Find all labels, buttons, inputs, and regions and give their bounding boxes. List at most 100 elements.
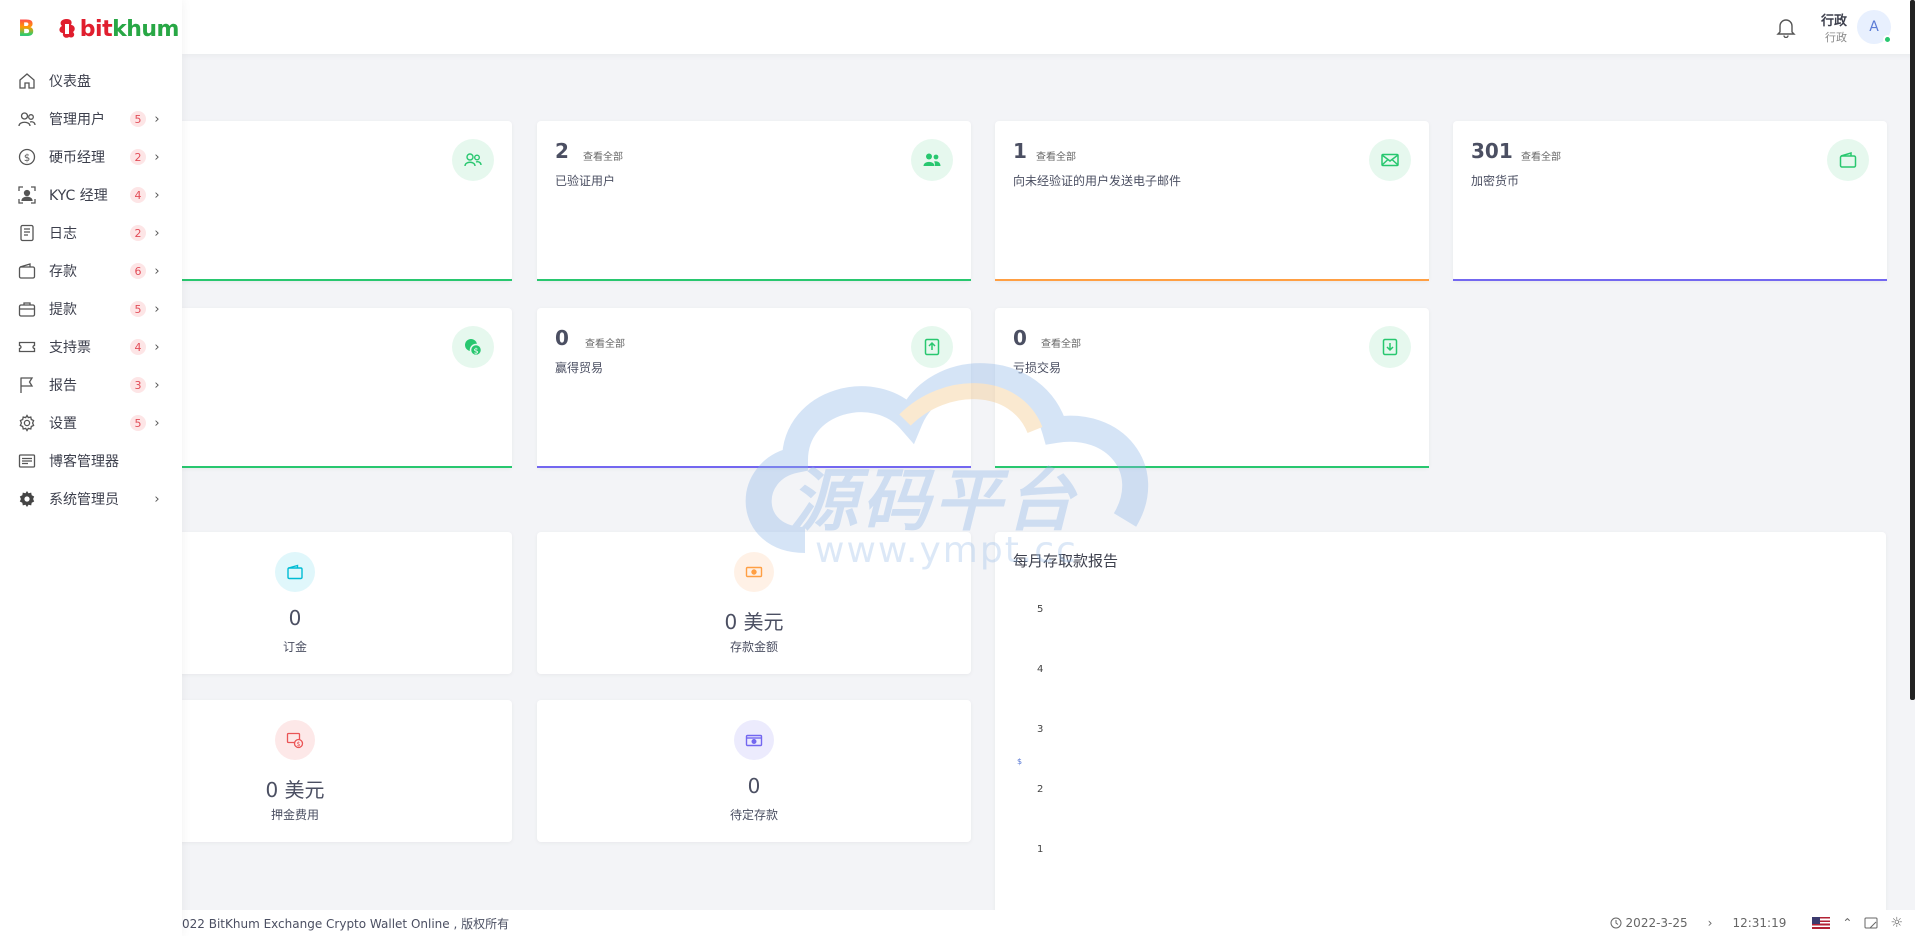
clock-icon <box>1610 917 1622 929</box>
gear-icon <box>18 414 36 432</box>
bell-icon[interactable] <box>1775 16 1797 38</box>
count-badge: 4 <box>130 187 146 203</box>
y-tick-label: 3 <box>1037 724 1043 735</box>
brand-logo: bitkhum <box>57 17 179 42</box>
chevron-up-icon[interactable]: ⌃ <box>1842 916 1852 930</box>
wallet-icon <box>275 552 315 592</box>
us-flag-icon[interactable] <box>1812 917 1831 929</box>
chevron-right-icon: › <box>154 339 160 355</box>
chevron-right-icon: › <box>154 415 160 431</box>
view-all-link[interactable]: 查看全部 <box>1041 335 1081 350</box>
card-accent-bar <box>1453 279 1887 281</box>
stat-number: 0 <box>555 326 569 350</box>
chevron-right-icon: › <box>154 491 160 507</box>
sidebar-item-deposits[interactable]: 存款 6 › <box>0 252 182 290</box>
dollar-coin-icon: $ <box>18 148 36 166</box>
window-icon[interactable] <box>1864 917 1878 929</box>
log-book-icon <box>18 224 36 242</box>
users-icon <box>452 139 494 181</box>
copyright-text: 022 BitKhum Exchange Crypto Wallet Onlin… <box>182 916 510 931</box>
sidebar-item-label: 硬币经理 <box>49 150 105 166</box>
system-tray: 2022-3-25 › 12:31:19 ⌃ ☼ <box>1610 915 1915 931</box>
svg-text:$: $ <box>24 153 30 164</box>
wallet-icon <box>1827 139 1869 181</box>
coins-dollar-icon: $ <box>452 326 494 368</box>
sidebar-item-label: 报告 <box>49 378 77 394</box>
sun-icon[interactable]: ☼ <box>1890 915 1903 931</box>
y-tick-label: 1 <box>1037 844 1043 855</box>
mini-label: 待定存款 <box>729 808 778 822</box>
sidebar-item-withdrawals[interactable]: 提款 5 › <box>0 290 182 328</box>
sidebar-item-label: 日志 <box>49 226 77 242</box>
sidebar-item-label: 提款 <box>49 302 77 318</box>
sidebar-item-label: KYC 经理 <box>49 188 108 204</box>
sidebar-item-reports[interactable]: 报告 3 › <box>0 366 182 404</box>
sidebar-item-logs[interactable]: 日志 2 › <box>0 214 182 252</box>
sidebar-item-manage-users[interactable]: 管理用户 5 › <box>0 100 182 138</box>
stat-card-cryptocurrencies[interactable]: 301 查看全部 加密货币 <box>1453 121 1887 281</box>
stat-label: 亏损交易 <box>1013 361 1062 375</box>
chevron-right-icon: › <box>154 111 160 127</box>
svg-text:$: $ <box>296 740 300 748</box>
user-info[interactable]: 行政 行政 <box>1821 10 1847 45</box>
view-all-link[interactable]: 查看全部 <box>1521 148 1561 163</box>
chevron-right-icon[interactable]: › <box>1708 916 1713 930</box>
view-all-link[interactable]: 查看全部 <box>583 148 623 163</box>
sidebar-item-system-admin[interactable]: 系统管理员 › <box>0 480 182 518</box>
sidebar-item-settings[interactable]: 设置 5 › <box>0 404 182 442</box>
stat-label: 赢得贸易 <box>555 361 604 375</box>
brand[interactable]: B bitkhum <box>0 0 182 58</box>
stat-card-unverified-email[interactable]: 1 查看全部 向未经验证的用户发送电子邮件 <box>995 121 1429 281</box>
mini-label: 存款金额 <box>729 640 778 654</box>
sidebar: B bitkhum 仪表盘 管理用户 5 › $ 硬币经理 2 › KYC 经理… <box>0 0 182 936</box>
avatar[interactable]: A <box>1857 10 1892 44</box>
gear-filled-icon <box>18 490 36 508</box>
chevron-right-icon: › <box>154 149 160 165</box>
mini-value: 0 <box>747 774 761 798</box>
stat-card-verified-users[interactable]: 2 查看全部 已验证用户 <box>537 121 971 281</box>
count-badge: 5 <box>130 415 146 431</box>
sidebar-item-label: 仪表盘 <box>49 74 91 90</box>
document-lines-icon <box>18 452 36 470</box>
stat-card-winning-trades[interactable]: 0 查看全部 赢得贸易 <box>537 308 971 468</box>
stat-label: 加密货币 <box>1471 174 1520 188</box>
stat-number: 0 <box>1013 326 1027 350</box>
sidebar-item-label: 设置 <box>49 416 77 432</box>
chevron-right-icon: › <box>154 263 160 279</box>
logo-icon <box>59 19 75 38</box>
flag-icon <box>18 376 36 394</box>
mini-value: 0 美元 <box>724 610 784 634</box>
stat-card-losing-trades[interactable]: 0 查看全部 亏损交易 <box>995 308 1429 468</box>
sidebar-item-support-tickets[interactable]: 支持票 4 › <box>0 328 182 366</box>
cash-pending-icon <box>734 720 774 760</box>
brand-name: bitkhum <box>80 17 180 42</box>
y-tick-label: 2 <box>1037 784 1043 795</box>
chevron-right-icon: › <box>154 187 160 203</box>
user-scan-icon <box>18 186 36 204</box>
stat-label: 已验证用户 <box>555 174 616 188</box>
wallet-icon <box>18 262 36 280</box>
users-icon <box>18 110 36 128</box>
sidebar-item-kyc-manager[interactable]: KYC 经理 4 › <box>0 176 182 214</box>
card-accent-bar <box>995 279 1429 281</box>
sidebar-item-label: 支持票 <box>49 340 91 356</box>
sidebar-item-dashboard[interactable]: 仪表盘 <box>0 62 182 100</box>
sidebar-nav: 仪表盘 管理用户 5 › $ 硬币经理 2 › KYC 经理 4 › 日志 2 … <box>0 62 182 518</box>
briefcase-icon <box>18 300 36 318</box>
card-accent-bar <box>537 279 971 281</box>
y-tick-label: 4 <box>1037 664 1043 675</box>
mini-card-deposit-amount[interactable]: 0 美元 存款金额 <box>537 532 971 674</box>
card-accent-bar <box>537 466 971 468</box>
chevron-right-icon: › <box>154 225 160 241</box>
envelope-icon <box>1369 139 1411 181</box>
home-icon <box>18 72 36 90</box>
scrollbar[interactable] <box>1910 0 1915 700</box>
sidebar-item-coin-manager[interactable]: $ 硬币经理 2 › <box>0 138 182 176</box>
view-all-link[interactable]: 查看全部 <box>1036 148 1076 163</box>
sidebar-item-blog-manager[interactable]: 博客管理器 <box>0 442 182 480</box>
view-all-link[interactable]: 查看全部 <box>585 335 625 350</box>
cash-icon <box>734 552 774 592</box>
count-badge: 5 <box>130 111 146 127</box>
mini-card-pending-deposits[interactable]: 0 待定存款 <box>537 700 971 842</box>
count-badge: 6 <box>130 263 146 279</box>
